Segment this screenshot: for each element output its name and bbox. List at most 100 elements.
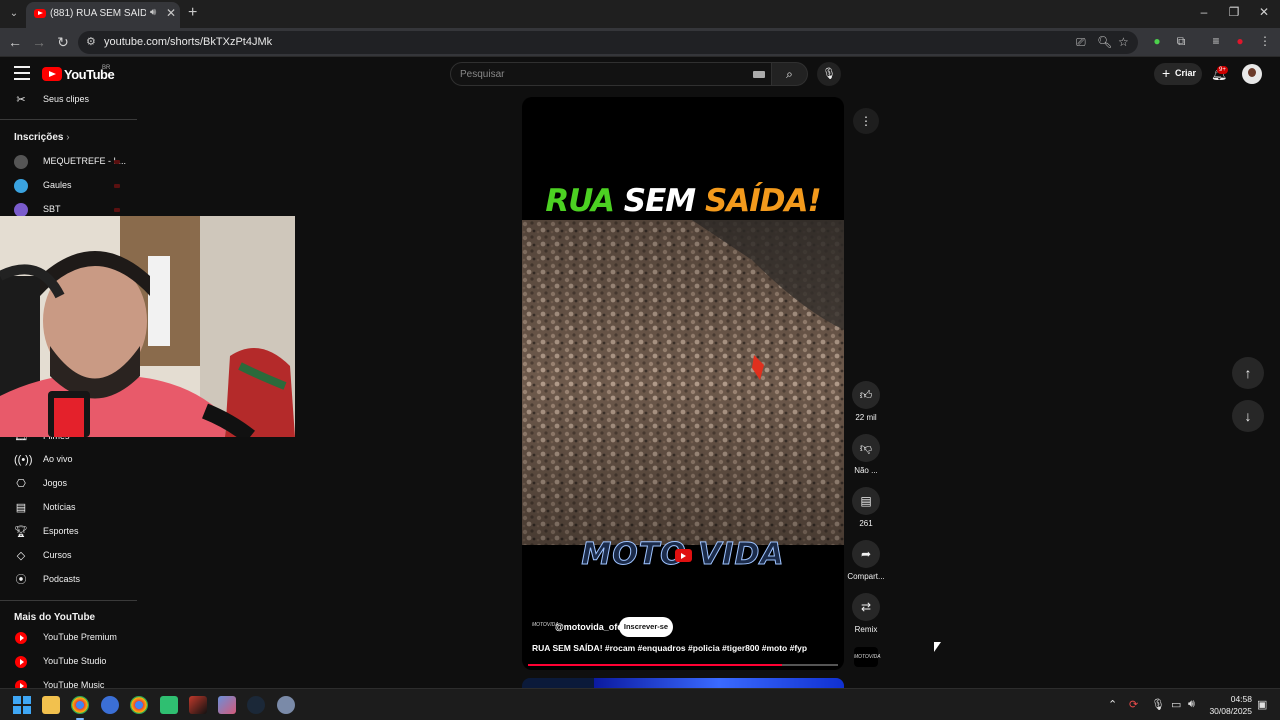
back-arrow-icon[interactable]: ← — [6, 34, 24, 50]
site-info-icon[interactable]: ⚙︎ — [86, 35, 96, 48]
comments-button[interactable]: ▤ — [852, 487, 880, 515]
youtube-favicon-icon — [34, 9, 46, 18]
share-button[interactable]: ➦ — [852, 540, 880, 568]
forward-arrow-icon[interactable]: → — [30, 34, 48, 50]
file-explorer-icon[interactable] — [42, 696, 60, 714]
remix-label: Remix — [854, 625, 878, 634]
sidebar-item-jogos[interactable]: ⎔ Jogos — [0, 472, 137, 496]
sidebar-item-noticias[interactable]: ▤ Notícias — [0, 496, 137, 520]
reload-icon[interactable]: ↻ — [54, 34, 72, 51]
gravel-road-video-frame — [522, 220, 844, 545]
sync-icon[interactable]: ⟳ — [1129, 698, 1138, 711]
thumbs-down-icon: 👎︎ — [859, 441, 873, 455]
channel-handle[interactable]: @motovida_ofc — [555, 622, 622, 632]
create-button[interactable]: + Criar — [1154, 63, 1202, 85]
voice-search-button[interactable]: 🎙︎ — [817, 62, 841, 86]
tab-close-icon[interactable]: ✕ — [166, 6, 176, 20]
tab-search-chevron-icon[interactable]: ⌄ — [6, 6, 22, 22]
whatsapp-icon[interactable] — [160, 696, 178, 714]
channel-avatar — [14, 179, 28, 193]
capcut-icon[interactable] — [189, 696, 207, 714]
chrome-profile-icon[interactable] — [130, 696, 148, 714]
guide-menu-icon[interactable] — [14, 66, 30, 80]
omnibox[interactable]: ⚙︎ youtube.com/shorts/BkTXzPt4JMk ⎚ 🔍︎ ☆ — [78, 31, 1138, 54]
search-input[interactable]: Pesquisar — [450, 62, 772, 86]
sidebar-item-ao-vivo[interactable]: ((•)) Ao vivo — [0, 448, 137, 472]
windows-start-icon[interactable] — [13, 696, 31, 714]
extensions-puzzle-icon[interactable]: ⧉ — [1173, 33, 1189, 49]
more-options-icon[interactable]: ⋮ — [853, 108, 879, 134]
browser-app-icon[interactable] — [101, 696, 119, 714]
remix-icon: ⇄ — [860, 600, 872, 614]
extension-green-icon[interactable]: ● — [1149, 33, 1165, 49]
search-button[interactable]: ⌕ — [772, 62, 808, 86]
sidebar-item-label: Jogos — [43, 478, 68, 488]
sidebar-item-music[interactable]: YouTube Music — [0, 674, 137, 688]
steam-icon[interactable] — [247, 696, 265, 714]
mouse-cursor-icon — [934, 642, 941, 652]
new-tab-button[interactable]: + — [188, 4, 197, 22]
keyboard-icon[interactable] — [753, 71, 765, 78]
media-control-icon[interactable]: ≡ — [1208, 33, 1224, 49]
like-button[interactable]: 👍︎ — [852, 381, 880, 409]
short-caption[interactable]: RUA SEM SAÍDA! #rocam #enquadros #polici… — [532, 643, 837, 653]
previous-short-button[interactable]: ↑ — [1232, 357, 1264, 389]
sidebar-item-esportes[interactable]: 🏆︎ Esportes — [0, 520, 137, 544]
subscriptions-header[interactable]: Inscrições › — [14, 132, 70, 143]
sidebar-item-clips[interactable]: ✂ Seus clipes — [0, 88, 137, 112]
sidebar-divider — [0, 600, 137, 601]
subscribe-button[interactable]: Inscrever-se — [619, 617, 673, 637]
notification-center-icon[interactable]: ▣ — [1257, 698, 1267, 711]
sidebar-item-studio[interactable]: YouTube Studio — [0, 650, 137, 674]
remix-button[interactable]: ⇄ — [852, 593, 880, 621]
clock-date[interactable]: 30/08/2025 — [1205, 706, 1252, 716]
next-short-button[interactable]: ↓ — [1232, 400, 1264, 432]
like-count: 22 mil — [855, 413, 877, 422]
minimize-icon[interactable]: – — [1197, 5, 1211, 19]
restore-icon[interactable]: ❐ — [1227, 5, 1241, 19]
sidebar-item-cursos[interactable]: ◇ Cursos — [0, 544, 137, 568]
window-close-icon[interactable]: ✕ — [1257, 5, 1271, 19]
scissors-icon: ✂ — [16, 94, 26, 106]
sound-thumbnail[interactable]: MOTOVIDA — [854, 647, 881, 667]
browser-tab-active[interactable]: (881) RUA SEM SAÍDA! #rocam 🔊︎ ✕ — [26, 2, 180, 28]
tray-chevron-up-icon[interactable]: ⌃ — [1108, 698, 1117, 711]
subscription-item[interactable]: MEQUETREFE - L... — [0, 150, 137, 174]
settings-gear-icon[interactable] — [277, 696, 295, 714]
network-icon[interactable]: ▭ — [1171, 698, 1181, 711]
windows-taskbar: ⌃ ⟳ 🎙︎ ▭ 🔊︎ 04:58 30/08/2025 ▣ — [0, 688, 1280, 720]
clock-time[interactable]: 04:58 — [1210, 694, 1252, 704]
dislike-button[interactable]: 👎︎ — [852, 434, 880, 462]
sidebar-item-label: YouTube Music — [43, 680, 105, 688]
browser-menu-icon[interactable]: ⋮ — [1257, 33, 1273, 49]
search-icon: ⌕ — [786, 67, 793, 81]
image-app-icon[interactable] — [218, 696, 236, 714]
tab-title: (881) RUA SEM SAÍDA! #rocam — [50, 8, 146, 19]
short-video-player[interactable]: RUA SEM SAÍDA! MOTO VIDA MOTOVIDA @motov… — [522, 97, 844, 670]
sidebar-item-podcasts[interactable]: ⦿ Podcasts — [0, 568, 137, 592]
account-avatar[interactable] — [1242, 64, 1262, 84]
notifications-badge: 9+ — [1217, 66, 1228, 74]
subscription-item[interactable]: Gaules — [0, 174, 137, 198]
country-code: BR — [102, 65, 111, 71]
sidebar-item-label: Ao vivo — [43, 454, 73, 464]
sidebar-item-label: Esportes — [43, 526, 79, 536]
browser-tab-strip: ⌄ (881) RUA SEM SAÍDA! #rocam 🔊︎ ✕ + – ❐… — [0, 0, 1280, 28]
microphone-icon: 🎙︎ — [822, 68, 836, 80]
youtube-logo-icon[interactable] — [42, 67, 62, 81]
microphone-tray-icon[interactable]: 🎙︎ — [1151, 698, 1165, 711]
video-progress-bar[interactable] — [528, 664, 838, 666]
volume-icon[interactable]: 🔊︎ — [1188, 698, 1195, 711]
live-icon: ((•)) — [14, 454, 33, 466]
sidebar-item-premium[interactable]: YouTube Premium — [0, 626, 137, 650]
url-text[interactable]: youtube.com/shorts/BkTXzPt4JMk — [104, 36, 272, 48]
bookmark-star-icon[interactable]: ☆ — [1118, 35, 1129, 49]
speaker-icon[interactable]: 🔊︎ — [150, 7, 156, 18]
youtube-studio-icon — [15, 656, 27, 668]
channel-logo[interactable]: MOTOVIDA — [532, 622, 559, 632]
install-app-icon[interactable]: ⎚ — [1076, 35, 1086, 50]
profile-icon[interactable]: ● — [1232, 33, 1248, 49]
zoom-icon[interactable]: 🔍︎ — [1097, 35, 1112, 49]
chrome-icon[interactable] — [71, 696, 89, 714]
youtube-premium-icon — [15, 632, 27, 644]
